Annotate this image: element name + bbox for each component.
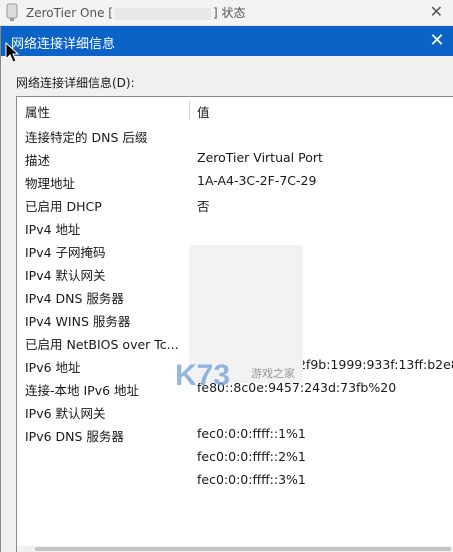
- row-value: fec0:0:0:ffff::3%1: [197, 472, 306, 487]
- close-icon[interactable]: ✕: [425, 29, 449, 53]
- row-value: 否: [197, 199, 210, 214]
- row-property: IPv4 WINS 服务器: [25, 314, 131, 329]
- row-value: fec0:0:0:ffff::1%1: [197, 426, 306, 441]
- row-property: 已启用 DHCP: [25, 199, 102, 214]
- network-details-dialog: 网络连接详细信息 ✕ 网络连接详细信息(D): 属性 值 连接特定的 DNS 后…: [0, 26, 453, 552]
- listview-header: 属性 值: [17, 97, 453, 123]
- row-property: IPv4 子网掩码: [25, 245, 106, 260]
- row-property: 连接特定的 DNS 后缀: [25, 130, 148, 145]
- details-listview[interactable]: 属性 值 连接特定的 DNS 后缀 描述 ZeroTier Virtual Port…: [16, 96, 453, 552]
- table-row[interactable]: IPv6 DNS 服务器 fec0:0:0:ffff::1%1: [17, 422, 453, 445]
- row-property: IPv4 DNS 服务器: [25, 291, 124, 306]
- watermark-subtext: 游戏之家: [251, 366, 295, 380]
- table-row[interactable]: IPv4 地址: [17, 215, 453, 238]
- zerotier-app-icon: [6, 3, 18, 21]
- row-property: 物理地址: [25, 176, 76, 191]
- table-row[interactable]: 连接特定的 DNS 后缀: [17, 123, 453, 146]
- redacted-network-name: [114, 7, 211, 20]
- row-value: 1A-A4-3C-2F-7C-29: [197, 173, 317, 188]
- background-title-prefix: ZeroTier One [: [26, 6, 113, 20]
- background-window-title: ZeroTier One [ ] 状态: [26, 4, 245, 21]
- row-property: IPv4 地址: [25, 222, 81, 237]
- row-property: IPv4 默认网关: [25, 268, 106, 283]
- table-row[interactable]: IPv6 默认网关: [17, 399, 453, 422]
- column-header-property[interactable]: 属性: [25, 102, 50, 121]
- table-row[interactable]: fec0:0:0:ffff::2%1: [17, 445, 453, 468]
- background-close-icon[interactable]: ✕: [430, 2, 443, 21]
- column-separator[interactable]: [189, 101, 190, 119]
- row-property: IPv6 DNS 服务器: [25, 429, 124, 444]
- k73-watermark: K73 游戏之家: [175, 359, 295, 392]
- table-row[interactable]: 物理地址 1A-A4-3C-2F-7C-29: [17, 169, 453, 192]
- row-property: IPv6 地址: [25, 360, 81, 375]
- row-property: 已启用 NetBIOS over Tc...: [25, 337, 179, 352]
- background-title-suffix: ] 状态: [212, 6, 246, 20]
- table-row[interactable]: 描述 ZeroTier Virtual Port: [17, 146, 453, 169]
- table-row[interactable]: fec0:0:0:ffff::3%1: [17, 468, 453, 491]
- row-value: ZeroTier Virtual Port: [197, 150, 323, 165]
- row-property: IPv6 默认网关: [25, 406, 106, 421]
- horizontal-scrollbar[interactable]: [17, 546, 453, 552]
- mouse-cursor-icon: [5, 42, 20, 63]
- scrollbar-thumb[interactable]: [35, 547, 451, 551]
- table-row[interactable]: 已启用 DHCP 否: [17, 192, 453, 215]
- dialog-title: 网络连接详细信息: [11, 37, 116, 52]
- background-status-window: ZeroTier One [ ] 状态 ✕: [0, 0, 453, 26]
- column-header-value[interactable]: 值: [197, 102, 210, 121]
- row-value: fec0:0:0:ffff::2%1: [197, 449, 306, 464]
- row-property: 连接-本地 IPv6 地址: [25, 383, 140, 398]
- watermark-text: K73: [175, 359, 230, 392]
- details-list-label: 网络连接详细信息(D):: [16, 76, 135, 90]
- dialog-titlebar[interactable]: 网络连接详细信息 ✕: [1, 26, 453, 56]
- row-property: 描述: [25, 153, 51, 168]
